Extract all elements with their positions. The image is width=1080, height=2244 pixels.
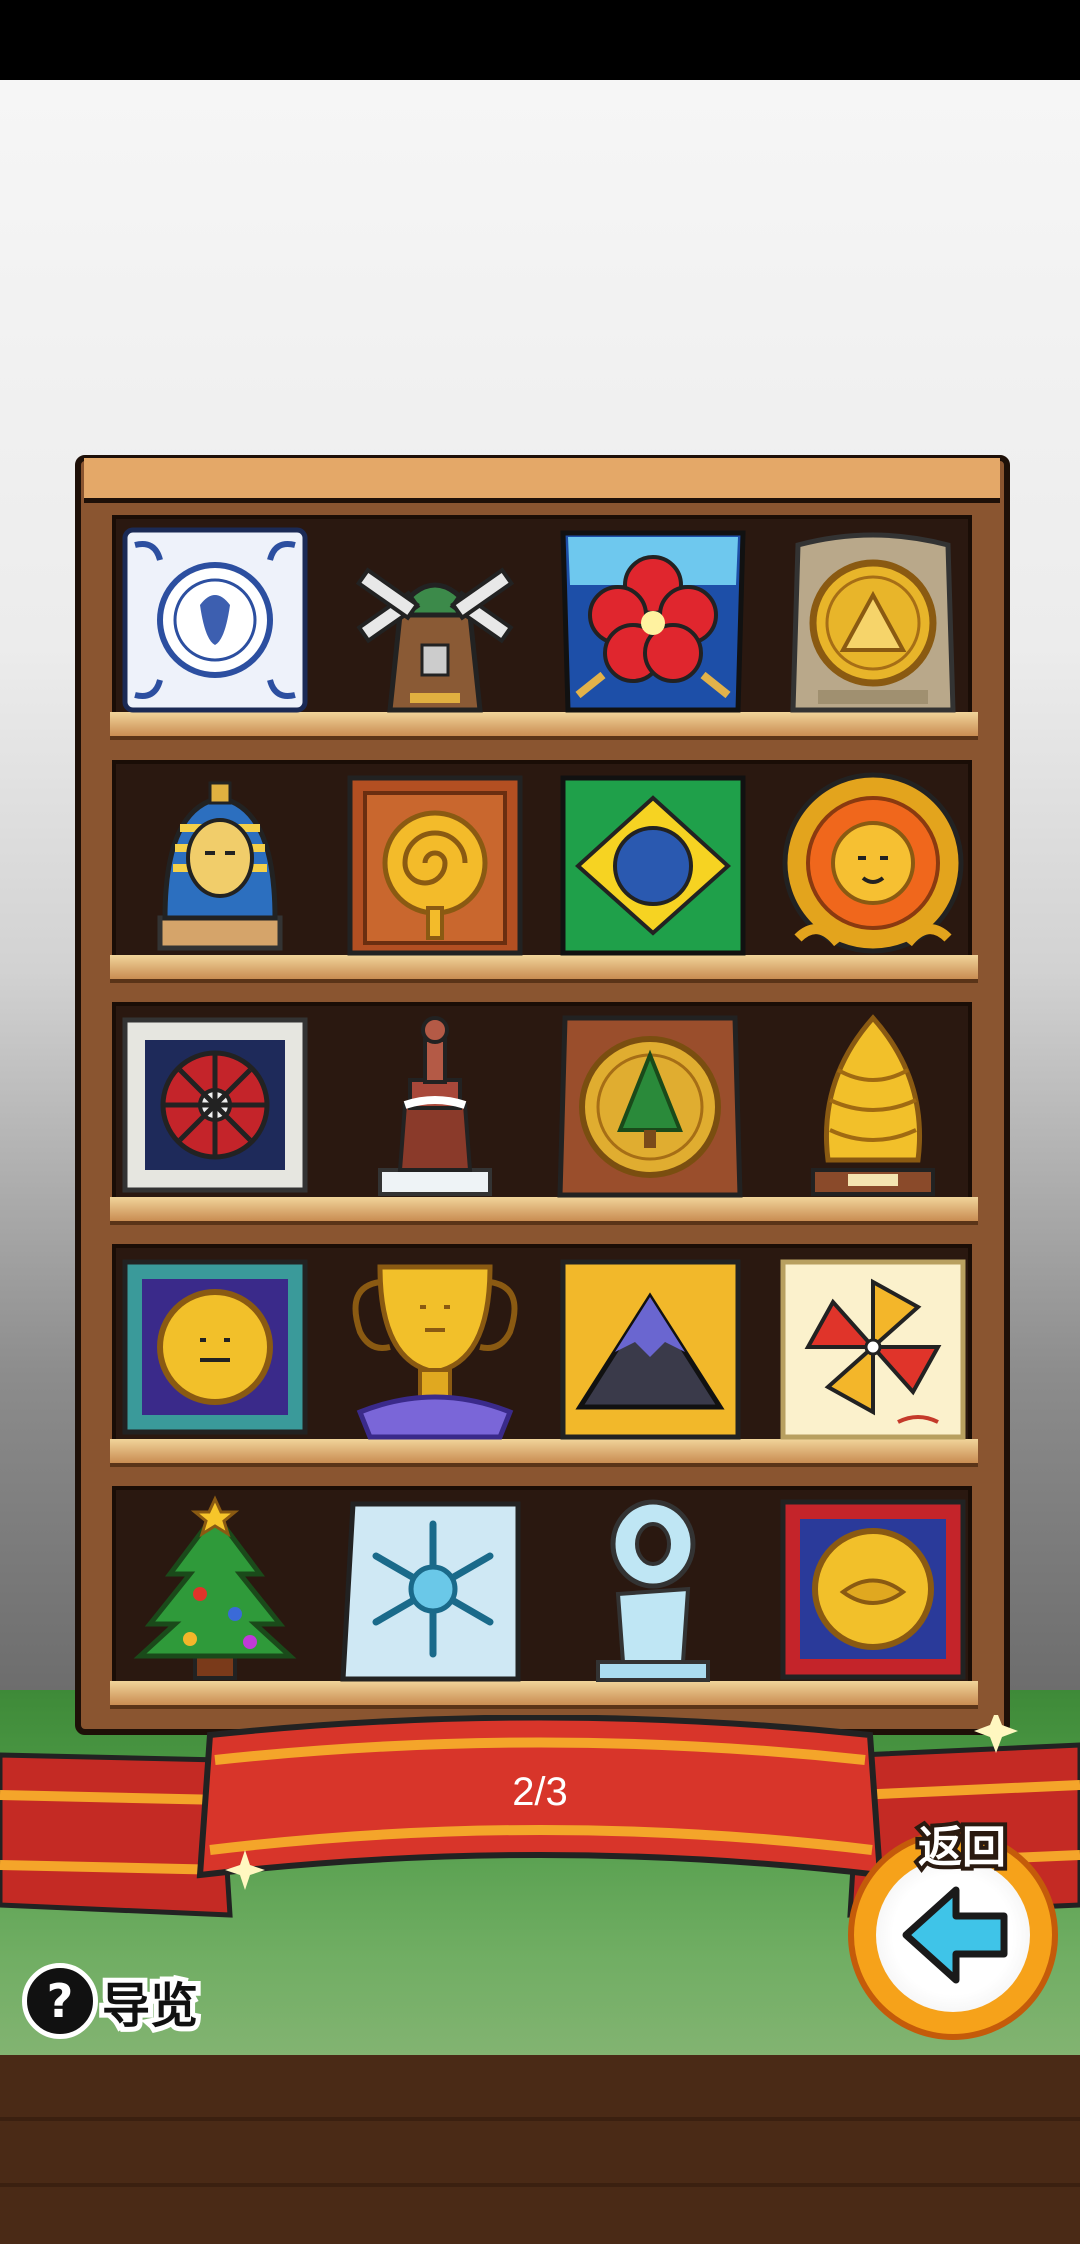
pinwheel-card-icon[interactable]	[778, 1252, 968, 1442]
christmas-tree-icon[interactable]	[120, 1494, 310, 1684]
monument-statue-icon[interactable]	[340, 1010, 530, 1200]
hibiscus-panel-icon[interactable]	[558, 525, 748, 715]
pharaoh-bust-icon[interactable]	[125, 768, 315, 958]
snowflake-panel-icon[interactable]	[338, 1494, 528, 1684]
shelf-ledge-2	[110, 955, 978, 983]
wood-floor	[0, 2055, 1080, 2244]
delft-tile-icon[interactable]	[120, 525, 310, 715]
back-button-face	[876, 1858, 1030, 2012]
shelf-ledge-5	[110, 1681, 978, 1709]
guide-label: 导览	[97, 1973, 203, 2039]
status-bar	[0, 0, 1080, 80]
sequoia-coin-plaque-icon[interactable]	[555, 1010, 745, 1200]
page-indicator: 2/3	[512, 1770, 568, 1814]
windmill-icon[interactable]	[340, 525, 530, 715]
lion-medal-icon[interactable]	[778, 768, 968, 958]
shelf-ledge-4	[110, 1439, 978, 1467]
bookshelf-top	[84, 458, 1000, 503]
stone-coin-plaque-icon[interactable]	[778, 525, 968, 715]
shelf-ledge-1	[110, 712, 978, 740]
back-button-label[interactable]: 返回	[892, 1818, 1032, 1878]
golden-pinecone-icon[interactable]	[778, 1010, 968, 1200]
red-frame-coin-icon[interactable]	[778, 1494, 968, 1684]
wheel-frame-icon[interactable]	[120, 1010, 310, 1200]
gold-trophy-icon[interactable]	[340, 1252, 530, 1442]
shelf-ledge-3	[110, 1197, 978, 1225]
mountain-plaque-icon[interactable]	[555, 1252, 745, 1442]
question-icon: ?	[22, 1963, 98, 2039]
guide-button[interactable]: ? 导览	[22, 1962, 214, 2040]
framed-coin-icon[interactable]	[120, 1252, 310, 1442]
spiral-wood-plaque-icon[interactable]	[340, 768, 530, 958]
crystal-trophy-icon[interactable]	[558, 1494, 748, 1684]
left-arrow-icon	[902, 1886, 1008, 1984]
brazil-flag-icon[interactable]	[558, 768, 748, 958]
